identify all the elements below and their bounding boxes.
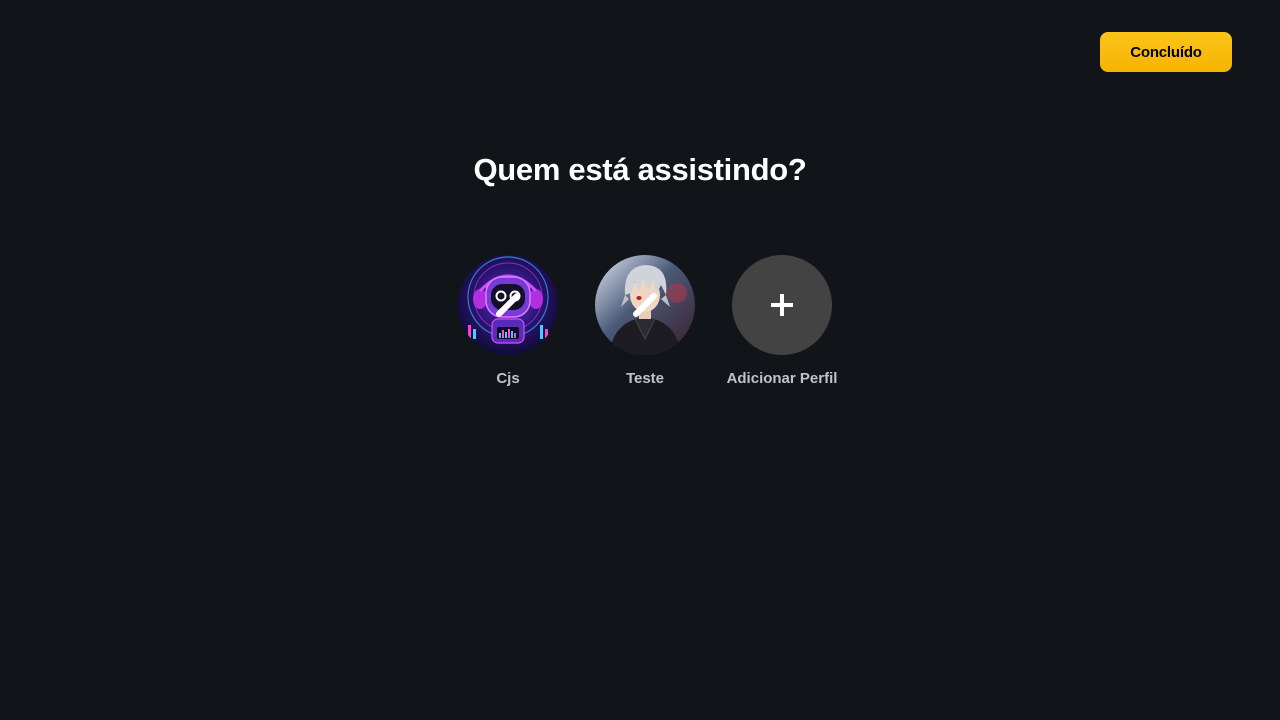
profile-name: Teste bbox=[625, 370, 665, 387]
profile-selection-page: Concluído Quem está assistindo? Cjs Test… bbox=[0, 0, 1280, 720]
page-title: Quem está assistindo? bbox=[473, 152, 807, 187]
profile-item-teste[interactable]: Teste bbox=[575, 255, 715, 387]
robot-avatar-image[interactable] bbox=[458, 255, 558, 355]
anime-character-avatar-image[interactable] bbox=[595, 255, 695, 355]
done-button[interactable]: Concluído bbox=[1100, 32, 1232, 72]
pencil-icon[interactable] bbox=[494, 291, 522, 319]
profile-item-cjs[interactable]: Cjs bbox=[438, 255, 578, 387]
add-profile-label: Adicionar Perfil bbox=[726, 370, 838, 387]
add-profile-button[interactable] bbox=[732, 255, 832, 355]
profile-name: Cjs bbox=[496, 370, 520, 387]
plus-icon bbox=[771, 294, 793, 316]
add-profile-item[interactable]: Adicionar Perfil bbox=[712, 255, 852, 387]
pencil-icon[interactable] bbox=[631, 291, 659, 319]
